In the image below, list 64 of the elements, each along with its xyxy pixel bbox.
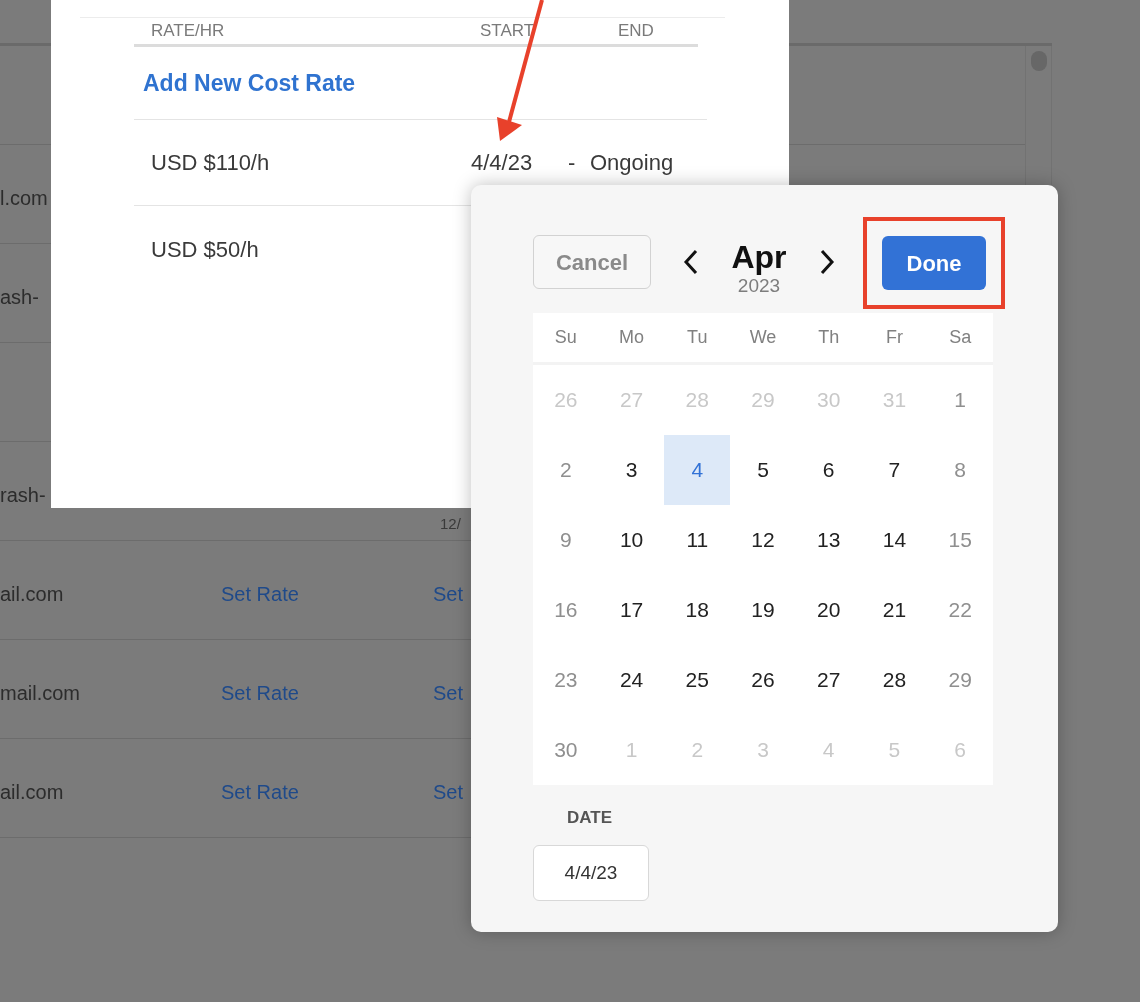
cancel-button[interactable]: Cancel — [533, 235, 651, 289]
calendar-day[interactable]: 25 — [664, 645, 731, 715]
set-rate-link[interactable]: Set Rate — [221, 579, 299, 609]
calendar-day[interactable]: 19 — [730, 575, 796, 645]
calendar-day[interactable]: 24 — [598, 645, 665, 715]
calendar-day[interactable]: 4 — [664, 435, 731, 505]
start-date-cell[interactable]: 4/4/23 — [471, 146, 568, 179]
weekday-label: Sa — [948, 326, 973, 349]
email-cell-text: ail.com — [0, 582, 64, 607]
email-cell-text: ail.com — [0, 780, 64, 805]
calendar-day[interactable]: 7 — [861, 435, 928, 505]
month-label: Apr — [731, 239, 787, 275]
calendar-day[interactable]: 30 — [533, 715, 599, 785]
calendar-day[interactable]: 6 — [795, 435, 862, 505]
email-cell-text: ash- — [0, 285, 39, 310]
date-separator: - — [568, 149, 577, 177]
add-cost-rate-link[interactable]: Add New Cost Rate — [143, 65, 356, 101]
set-rate-link[interactable]: Set Rate — [221, 777, 299, 807]
email-cell-text: l.com — [0, 186, 48, 211]
calendar-day[interactable]: 28 — [861, 645, 928, 715]
column-header: END — [618, 20, 654, 43]
calendar-day[interactable]: 17 — [598, 575, 665, 645]
end-date-cell-text: Ongoing — [590, 149, 674, 177]
calendar-day[interactable]: 10 — [598, 505, 665, 575]
set-rate-link[interactable]: Set Rate — [221, 678, 299, 708]
column-header: RATE/HR — [151, 20, 226, 43]
set-link[interactable]: Set — [433, 678, 464, 708]
email-cell-text: mail.com — [0, 681, 80, 706]
weekday-label: Th — [817, 326, 841, 349]
calendar-day[interactable]: 15 — [927, 505, 993, 575]
calendar-day[interactable]: 12 — [730, 505, 796, 575]
calendar-day[interactable]: 1 — [927, 365, 993, 435]
calendar-day[interactable]: 21 — [861, 575, 928, 645]
calendar-day[interactable]: 8 — [927, 435, 993, 505]
weekday-label: We — [748, 326, 778, 349]
email-cell-text: rash- — [0, 483, 46, 508]
calendar-day[interactable]: 9 — [533, 505, 599, 575]
calendar-day[interactable]: 18 — [664, 575, 731, 645]
calendar-day[interactable]: 23 — [533, 645, 599, 715]
calendar-day[interactable]: 27 — [795, 645, 862, 715]
rate-cell-text: USD $110/h — [151, 149, 271, 177]
date-field[interactable]: 4/4/23 — [533, 844, 649, 901]
year-label: 2023 — [737, 275, 781, 297]
calendar-day[interactable]: 22 — [927, 575, 993, 645]
calendar-day[interactable]: 2 — [533, 435, 599, 505]
calendar-day[interactable]: 14 — [861, 505, 928, 575]
date-cell-text: 12/ — [440, 514, 461, 534]
set-link[interactable]: Set — [433, 579, 464, 609]
set-link[interactable]: Set — [433, 777, 464, 807]
calendar-day[interactable]: 16 — [533, 575, 599, 645]
calendar-day[interactable]: 11 — [664, 505, 731, 575]
date-label: DATE — [567, 807, 613, 829]
weekday-label: Su — [553, 326, 578, 349]
calendar-day[interactable]: 20 — [795, 575, 862, 645]
weekday-label: Tu — [686, 326, 709, 349]
calendar-day[interactable]: 26 — [730, 645, 796, 715]
calendar-day[interactable]: 29 — [927, 645, 993, 715]
calendar-day[interactable]: 3 — [598, 435, 665, 505]
calendar-day[interactable]: 5 — [730, 435, 796, 505]
rate-cell-text: USD $50/h — [151, 235, 260, 264]
weekday-label: Fr — [884, 326, 904, 349]
calendar-day[interactable]: 13 — [795, 505, 862, 575]
weekday-label: Mo — [618, 326, 646, 349]
done-button[interactable]: Done — [882, 236, 986, 290]
